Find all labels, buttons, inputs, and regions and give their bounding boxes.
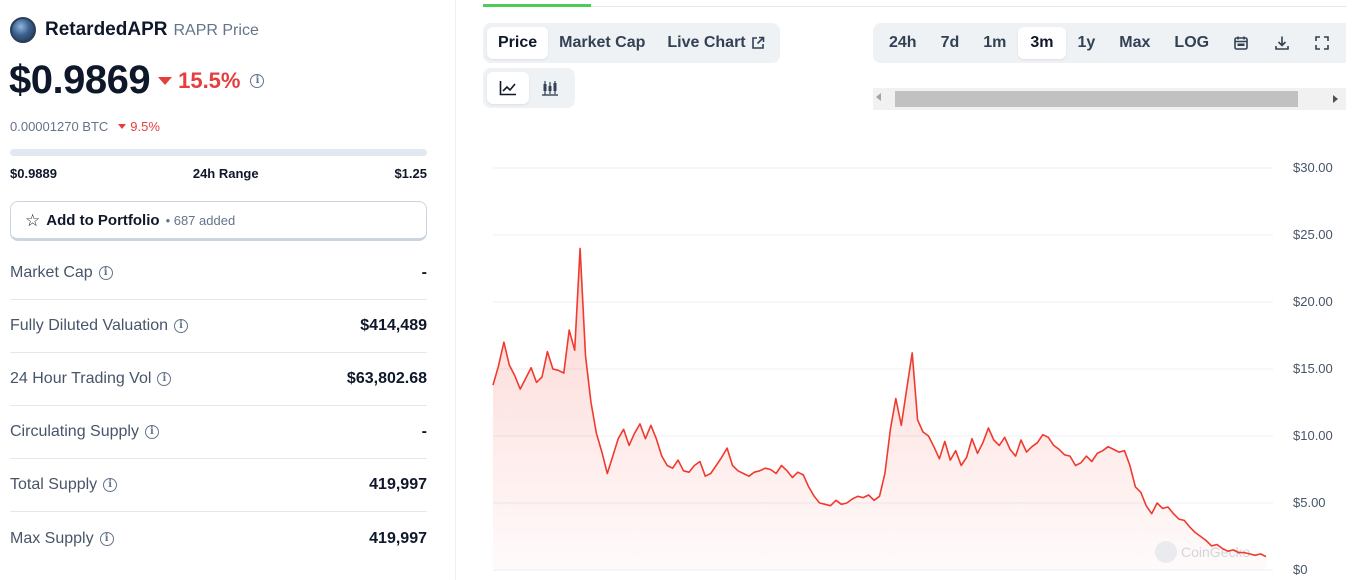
live-chart-label: Live Chart — [667, 34, 746, 51]
btc-price: 0.00001270 BTC — [10, 119, 109, 134]
price-chart[interactable]: CoinGecko $0 $5.00 $10.00 $15.00 $20.00 $25.0… — [483, 140, 1352, 580]
range-1m-tab[interactable]: 1m — [971, 27, 1018, 59]
info-icon[interactable]: i — [157, 372, 172, 386]
price-area — [493, 248, 1266, 570]
stat-label: 24 Hour Trading Vol — [10, 370, 152, 387]
stat-row-max-supply: Max Supply i 419,997 — [10, 512, 427, 565]
coin-logo — [10, 17, 36, 43]
price-change-value: 15.5% — [178, 67, 241, 93]
stat-row-trading-vol: 24 Hour Trading Vol i $63,802.68 — [10, 353, 427, 406]
tab-price[interactable]: Price — [487, 27, 549, 59]
btc-change: 9.5% — [118, 119, 160, 134]
stat-row-total-supply: Total Supply i 419,997 — [10, 459, 427, 512]
portfolio-count: • 687 added — [165, 212, 236, 228]
tab-live-chart[interactable]: Live Chart — [656, 27, 775, 59]
stat-value: 419,997 — [369, 476, 427, 493]
stat-row-circulating-supply: Circulating Supply i - — [10, 406, 427, 459]
caret-down-icon — [118, 124, 127, 129]
download-icon — [1274, 36, 1289, 50]
stat-label: Circulating Supply — [10, 423, 139, 440]
scrollbar-thumb[interactable] — [895, 91, 1298, 107]
chart-metric-tabs: Price Market Cap Live Chart — [483, 23, 780, 63]
stat-value: 419,997 — [369, 529, 427, 547]
range-7d-tab[interactable]: 7d — [929, 27, 972, 59]
price-row: $0.9869 15.5% i — [9, 58, 265, 103]
add-to-portfolio-button[interactable]: ☆ Add to Portfolio • 687 added — [10, 201, 427, 241]
chart-type-toggle — [483, 68, 575, 108]
stat-label: Fully Diluted Valuation — [10, 317, 169, 334]
range-1y-tab[interactable]: 1y — [1066, 27, 1108, 59]
range-24h: $0.9889 24h Range $1.25 — [10, 166, 427, 181]
candlestick-chart-button[interactable] — [529, 72, 571, 104]
stat-value: $63,802.68 — [346, 370, 427, 387]
scroll-right-arrow-icon[interactable] — [1333, 95, 1338, 103]
stats-table: Market Cap i - Fully Diluted Valuation i $… — [10, 247, 427, 565]
range-max-tab[interactable]: Max — [1107, 27, 1162, 59]
y-tick-label: $25.00 — [1293, 227, 1333, 242]
info-icon[interactable]: i — [174, 319, 189, 333]
stat-value: $414,489 — [360, 317, 427, 334]
line-chart-button[interactable] — [487, 72, 529, 104]
stat-label: Total Supply — [10, 476, 98, 493]
fullscreen-button[interactable] — [1302, 27, 1342, 59]
coin-symbol-label: RAPR Price — [173, 22, 259, 39]
btc-price-row: 0.00001270 BTC 9.5% — [10, 119, 160, 134]
y-tick-label: $5.00 — [1293, 495, 1326, 510]
stat-label: Market Cap — [10, 264, 93, 281]
coin-header: RetardedAPR RAPR Price — [10, 17, 259, 43]
range-3m-tab[interactable]: 3m — [1018, 27, 1066, 59]
panel-divider — [455, 0, 456, 580]
log-scale-tab[interactable]: LOG — [1162, 27, 1221, 59]
y-tick-label: $30.00 — [1293, 160, 1333, 175]
price-chart-svg: CoinGecko $0$5.00$10.00$15.00$20.00$25.0… — [492, 160, 1333, 577]
external-link-icon — [751, 36, 764, 49]
download-button[interactable] — [1261, 27, 1301, 59]
line-chart-icon — [499, 81, 516, 96]
stat-value: - — [421, 423, 427, 440]
y-tick-label: $20.00 — [1293, 294, 1333, 309]
portfolio-label: Add to Portfolio — [46, 211, 160, 229]
range-low: $0.9889 — [10, 166, 57, 181]
stat-row-fdv: Fully Diluted Valuation i $414,489 — [10, 300, 427, 353]
star-icon: ☆ — [25, 210, 41, 230]
horizontal-scrollbar[interactable] — [873, 88, 1346, 110]
info-icon[interactable]: i — [103, 478, 118, 492]
tab-market-cap[interactable]: Market Cap — [548, 27, 656, 59]
info-icon[interactable]: i — [250, 73, 265, 88]
time-range-tabs: 24h 7d 1m 3m 1y Max LOG — [873, 23, 1346, 63]
top-divider — [591, 6, 1346, 7]
current-price: $0.9869 — [9, 58, 151, 102]
expand-icon — [1315, 36, 1329, 50]
info-icon[interactable]: i — [98, 266, 113, 280]
date-picker-button[interactable] — [1221, 27, 1261, 59]
stat-label: Max Supply — [10, 529, 94, 547]
btc-change-value: 9.5% — [130, 119, 160, 134]
coingecko-logo-icon — [1155, 541, 1177, 563]
stat-value: - — [421, 264, 427, 281]
coin-name: RetardedAPR — [45, 19, 168, 40]
range-high: $1.25 — [394, 166, 427, 181]
candlestick-chart-icon — [542, 81, 558, 96]
info-icon[interactable]: i — [99, 531, 114, 546]
stat-row-market-cap: Market Cap i - — [10, 247, 427, 300]
y-tick-label: $0 — [1293, 562, 1307, 577]
price-change-24h: 15.5% — [158, 68, 240, 94]
coin-overview-panel: RetardedAPR RAPR Price $0.9869 15.5% i 0… — [0, 0, 440, 580]
y-tick-label: $10.00 — [1293, 428, 1333, 443]
range-24h-tab[interactable]: 24h — [877, 27, 929, 59]
y-tick-label: $15.00 — [1293, 361, 1333, 376]
scroll-left-arrow-icon[interactable] — [876, 93, 881, 101]
section-tab-indicator — [483, 4, 591, 7]
caret-down-icon — [158, 76, 173, 85]
range-label: 24h Range — [192, 166, 259, 181]
range-progress-bar — [10, 149, 427, 156]
info-icon[interactable]: i — [144, 425, 159, 439]
calendar-icon — [1234, 36, 1249, 50]
